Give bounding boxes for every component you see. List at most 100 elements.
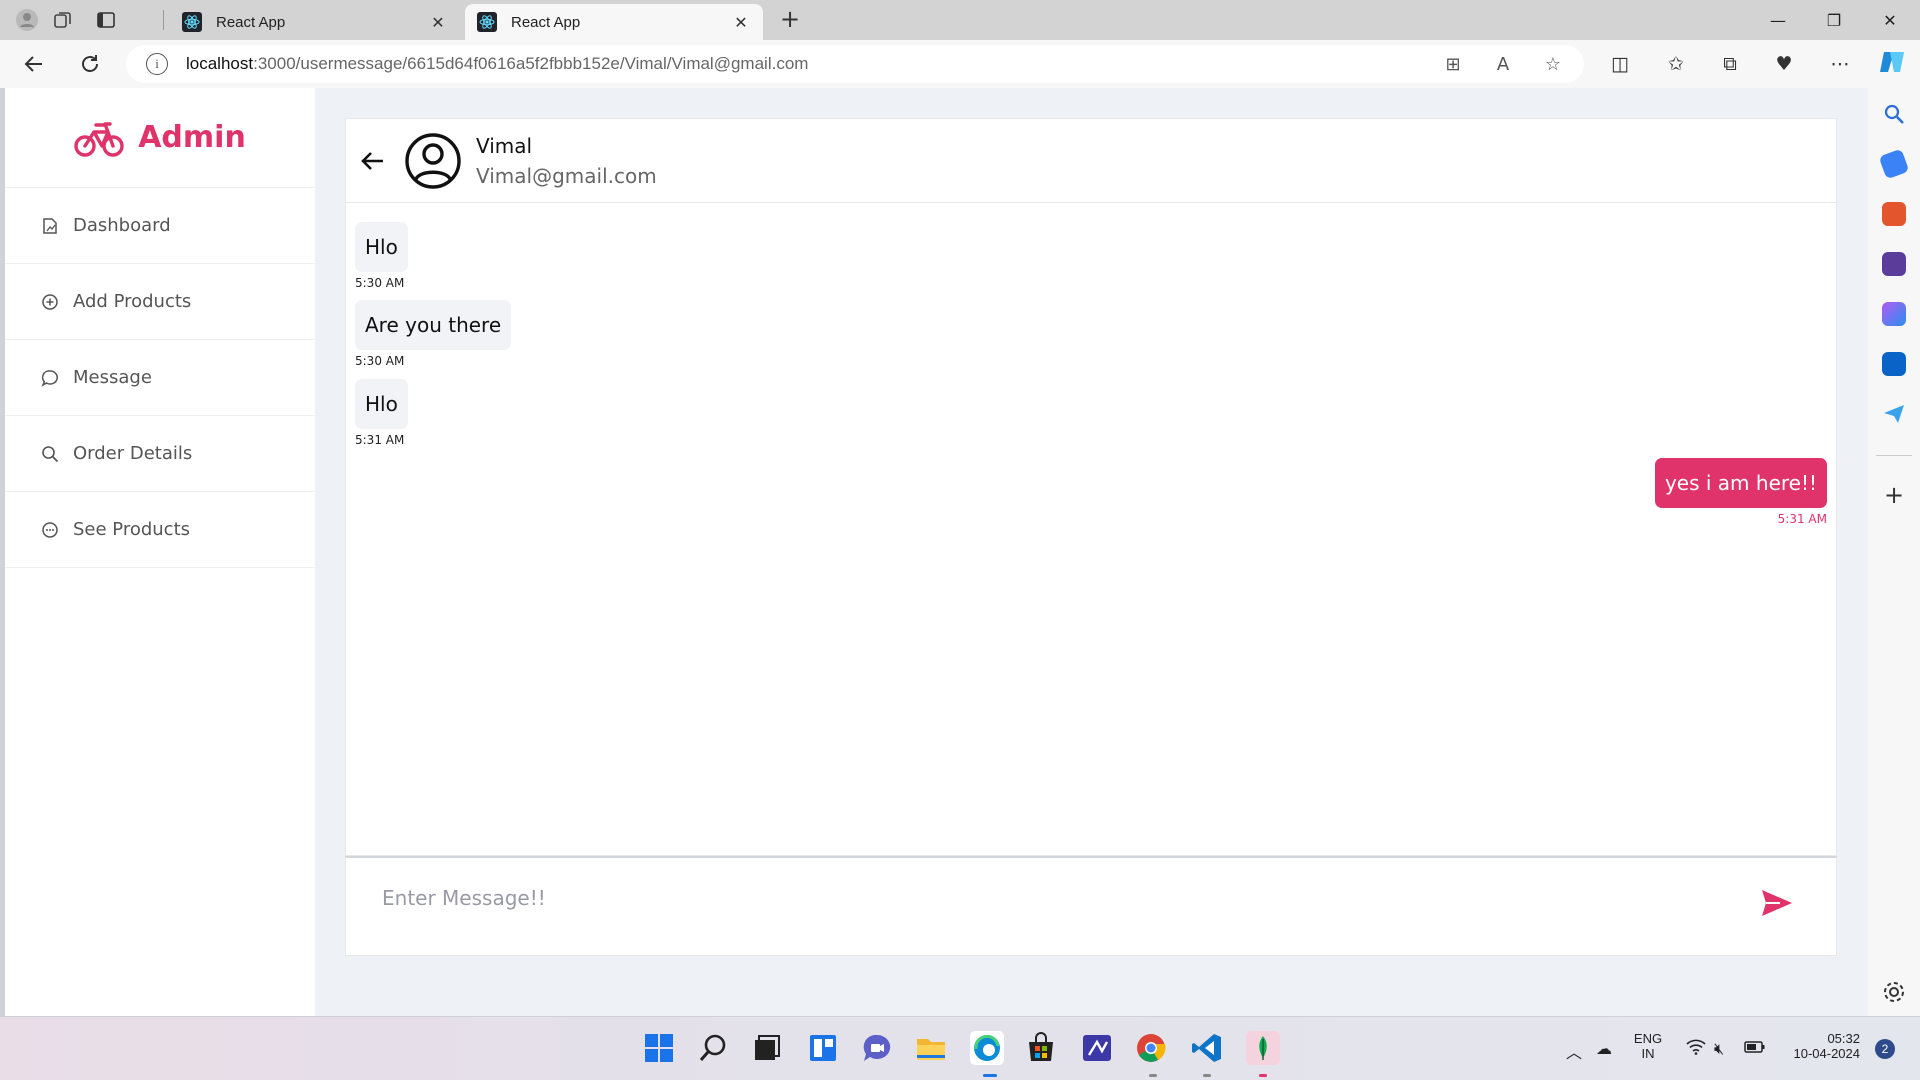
running-app-indicator <box>1259 1074 1267 1077</box>
new-tab-button[interactable]: + <box>776 6 804 34</box>
shopping-tag-icon[interactable] <box>1878 148 1910 180</box>
search-icon[interactable] <box>1882 102 1906 126</box>
sidebar-item-dashboard[interactable]: Dashboard <box>5 188 315 264</box>
clock[interactable]: 05:32 10-04-2024 <box>1780 1031 1861 1061</box>
contact-name: Vimal <box>476 133 533 158</box>
network-info-icon[interactable]: ☁ <box>1596 1039 1612 1058</box>
sidebar-item-label: Dashboard <box>73 215 171 236</box>
message-list: Hlo 5:30 AM Are you there 5:30 AM Hlo 5:… <box>346 203 1836 855</box>
drop-send-icon[interactable] <box>1882 402 1906 426</box>
battery-icon[interactable] <box>1744 1039 1766 1058</box>
close-window-button[interactable]: ✕ <box>1862 0 1918 40</box>
brand-name: Admin <box>138 120 246 155</box>
tools-briefcase-icon[interactable] <box>1882 202 1906 226</box>
app-available-icon[interactable]: ⊞ <box>1442 54 1464 76</box>
message-time: 5:31 AM <box>1777 512 1827 526</box>
user-avatar-icon <box>405 132 461 189</box>
message-composer <box>345 856 1837 956</box>
chat-bubble-icon <box>41 369 58 387</box>
copilot-pro-icon[interactable] <box>1882 302 1906 326</box>
language-indicator[interactable]: ENG IN <box>1626 1031 1670 1061</box>
visual-studio-icon[interactable] <box>1080 1031 1114 1065</box>
react-logo-icon <box>477 12 497 32</box>
sidebar-item-see-products[interactable]: See Products <box>5 492 315 568</box>
chrome-icon[interactable] <box>1134 1031 1168 1065</box>
start-windows-icon[interactable] <box>642 1031 676 1065</box>
sidebar-item-label: Add Products <box>73 291 192 312</box>
refresh-button[interactable] <box>76 50 104 78</box>
back-arrow-icon[interactable] <box>360 148 386 174</box>
message-input[interactable] <box>382 878 1682 918</box>
microsoft-store-icon[interactable] <box>1024 1031 1058 1065</box>
brand[interactable]: Admin <box>5 88 315 188</box>
sidebar-item-label: See Products <box>73 519 191 540</box>
edge-sidebar: + <box>1868 88 1920 1016</box>
widgets-icon[interactable] <box>806 1031 840 1065</box>
close-tab-icon[interactable]: ✕ <box>428 13 448 32</box>
profile-icon[interactable] <box>14 7 40 33</box>
site-info-icon[interactable]: i <box>146 53 168 75</box>
sidebar-item-message[interactable]: Message <box>5 340 315 416</box>
favorites-icon[interactable]: ✩ <box>1662 50 1690 78</box>
split-screen-icon[interactable]: ◫ <box>1606 50 1634 78</box>
tab-separator <box>163 10 164 30</box>
games-icon[interactable] <box>1882 252 1906 276</box>
edge-browser-icon[interactable] <box>970 1031 1004 1065</box>
workspaces-icon[interactable] <box>50 7 76 33</box>
mongodb-compass-icon[interactable] <box>1246 1031 1280 1065</box>
contact-email: Vimal@gmail.com <box>476 163 657 188</box>
message-time: 5:30 AM <box>355 354 405 368</box>
message-bubble: Hlo <box>355 222 408 272</box>
dashboard-icon <box>43 217 57 234</box>
notification-badge[interactable]: 2 <box>1875 1039 1895 1059</box>
copilot-icon[interactable] <box>1878 48 1906 76</box>
tab-actions-icon[interactable] <box>93 7 119 33</box>
show-hidden-icons-icon[interactable]: ︿ <box>1566 1039 1582 1063</box>
close-tab-icon[interactable]: ✕ <box>731 13 751 32</box>
sidebar-item-add-products[interactable]: Add Products <box>5 264 315 340</box>
url-text[interactable]: localhost:3000/usermessage/6615d64f0616a… <box>186 54 808 74</box>
message-bubble: Are you there <box>355 300 512 350</box>
sidebar-settings-gear-icon[interactable] <box>1882 980 1906 1004</box>
read-aloud-icon[interactable]: A <box>1492 54 1514 76</box>
search-icon <box>42 445 59 462</box>
volume-muted-icon[interactable]: 🔇︎ <box>1714 1039 1724 1059</box>
message-incoming: Hlo 5:31 AM <box>355 379 408 447</box>
minimize-button[interactable]: — <box>1750 0 1806 40</box>
chat-header: Vimal Vimal@gmail.com <box>346 119 1836 203</box>
sidebar-item-label: Order Details <box>73 443 193 464</box>
collections-icon[interactable]: ⧉ <box>1716 50 1744 78</box>
sidebar-item-order-details[interactable]: Order Details <box>5 416 315 492</box>
send-icon[interactable] <box>1760 888 1794 918</box>
file-explorer-icon[interactable] <box>914 1031 948 1065</box>
wifi-icon[interactable] <box>1686 1039 1706 1059</box>
favorite-star-icon[interactable]: ☆ <box>1542 54 1564 76</box>
message-outgoing: yes i am here!! 5:31 AM <box>1654 458 1827 526</box>
outlook-icon[interactable] <box>1882 352 1906 376</box>
message-incoming: Are you there 5:30 AM <box>355 300 512 368</box>
chat-panel: Vimal Vimal@gmail.com Hlo 5:30 AM Are yo… <box>345 118 1837 856</box>
tab-react-app-2[interactable]: React App ✕ <box>465 4 763 40</box>
message-time: 5:30 AM <box>355 276 405 290</box>
back-button[interactable] <box>20 50 48 78</box>
teams-chat-icon[interactable] <box>860 1031 894 1065</box>
message-incoming: Hlo 5:30 AM <box>355 222 408 290</box>
browser-essentials-icon[interactable]: ♥ <box>1770 50 1798 78</box>
more-options-icon[interactable]: ⋯ <box>1826 50 1854 78</box>
add-sidebar-app-icon[interactable]: + <box>1882 483 1906 508</box>
browser-tab-strip: React App ✕ React App ✕ + — ❐ ✕ <box>0 0 1920 40</box>
restore-button[interactable]: ❐ <box>1806 0 1862 40</box>
search-icon[interactable] <box>696 1031 730 1065</box>
app-viewport: Admin Dashboard Add Products Message Ord… <box>5 88 1868 1016</box>
contact-info: Vimal Vimal@gmail.com <box>476 134 657 188</box>
vscode-icon[interactable] <box>1190 1031 1224 1065</box>
message-bubble: Hlo <box>355 379 408 429</box>
address-bar[interactable]: i localhost:3000/usermessage/6615d64f061… <box>126 45 1584 83</box>
windows-taskbar: ︿ ☁ ENG IN 🔇︎ 05:32 10-04-2024 2 <box>0 1016 1920 1080</box>
tab-title: React App <box>511 13 581 31</box>
task-view-icon[interactable] <box>750 1031 784 1065</box>
tab-react-app-1[interactable]: React App ✕ <box>170 4 460 40</box>
bicycle-logo-icon <box>74 121 124 157</box>
more-circle-icon <box>42 521 58 538</box>
active-app-indicator <box>983 1074 997 1077</box>
